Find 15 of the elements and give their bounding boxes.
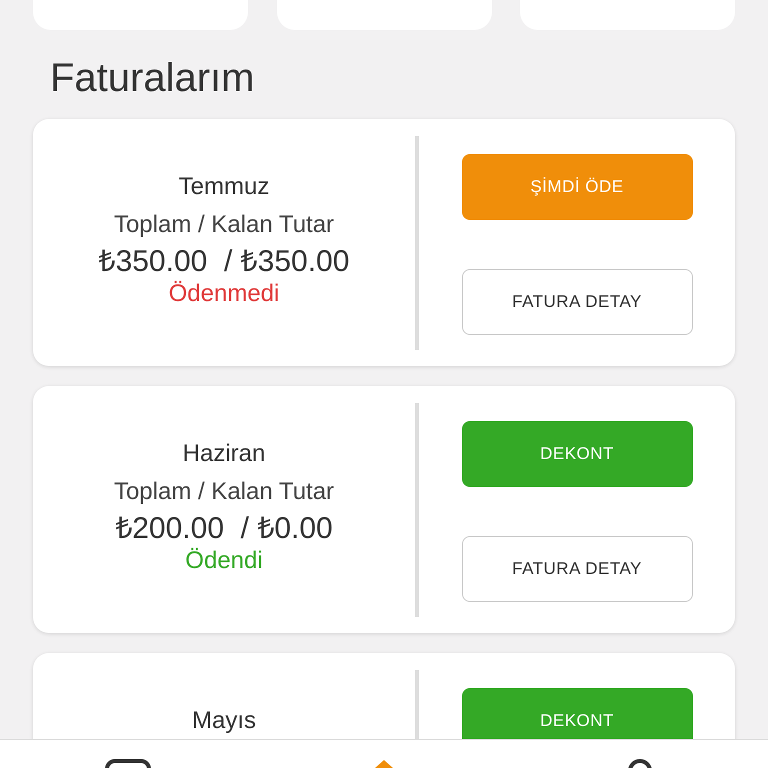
amount-label: Toplam / Kalan Tutar bbox=[114, 478, 334, 506]
amount-label: Toplam / Kalan Tutar bbox=[114, 211, 334, 239]
invoice-month: Temmuz bbox=[178, 175, 270, 199]
amount-text: ₺350.00 / ₺350.00 bbox=[98, 244, 350, 280]
receipt-button[interactable]: DEKONT bbox=[462, 421, 692, 487]
invoice-detail-button[interactable]: FATURA DETAY bbox=[462, 269, 692, 335]
page-title: Faturalarım bbox=[50, 56, 256, 101]
payment-status: Ödenmedi bbox=[168, 280, 280, 308]
invoice-month: Haziran bbox=[182, 442, 266, 466]
receipt-button[interactable]: DEKONT bbox=[462, 688, 692, 739]
amount-text: ₺200.00 / ₺0.00 bbox=[115, 511, 333, 547]
pay-now-button[interactable]: ŞİMDİ ÖDE bbox=[462, 154, 692, 220]
invoice-month: Mayıs bbox=[192, 709, 256, 733]
invoice-detail-button[interactable]: FATURA DETAY bbox=[462, 536, 692, 602]
payment-status: Ödendi bbox=[185, 547, 263, 575]
